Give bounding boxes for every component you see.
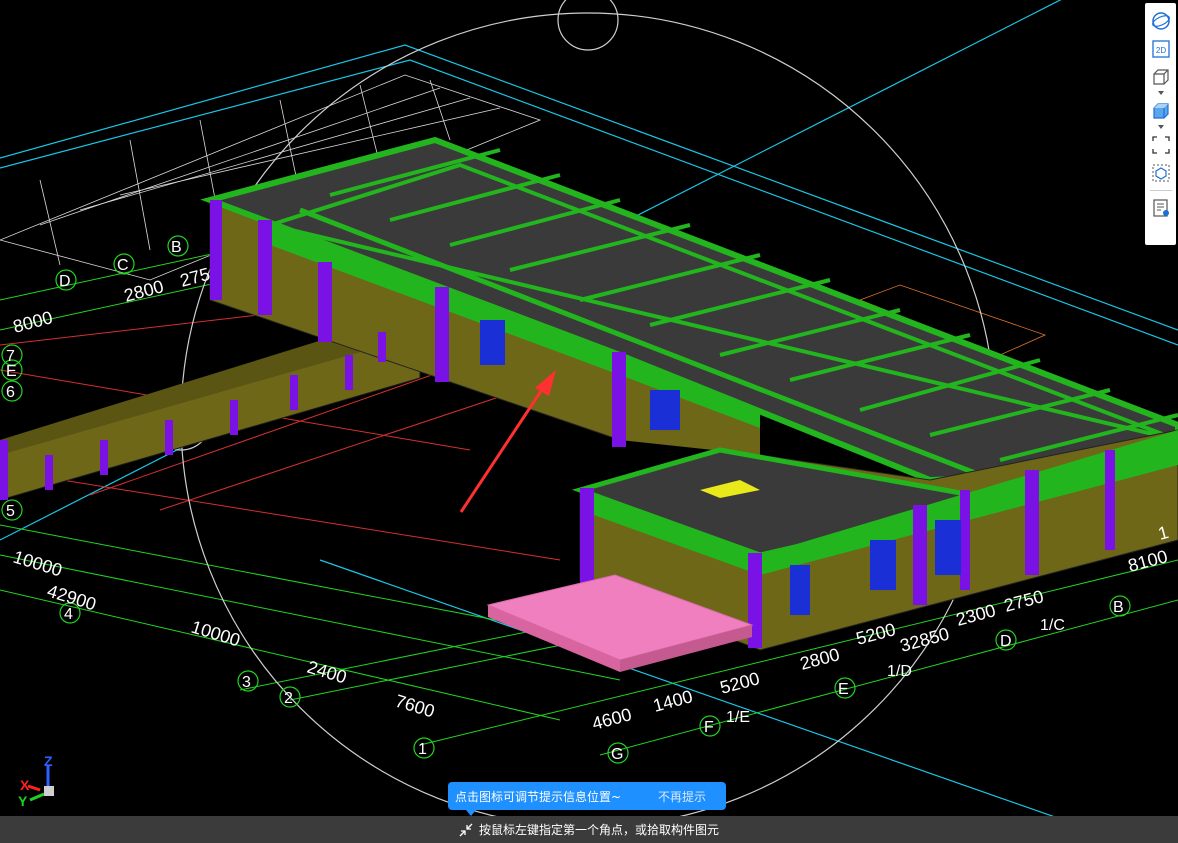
axis-label: 3 bbox=[242, 674, 251, 691]
dimension-text: 2300 bbox=[954, 600, 998, 630]
hint-message: 点击图标可调节提示信息位置~ bbox=[455, 789, 622, 804]
command-prompt-text: 按鼠标左键指定第一个角点，或拾取构件图元 bbox=[478, 823, 719, 837]
dimension-text: 7600 bbox=[393, 691, 437, 722]
dimension-text: 2800 bbox=[798, 644, 842, 674]
dimension-text: 275 bbox=[178, 264, 212, 291]
coordinate-triad: Z X Y bbox=[18, 753, 54, 809]
view-2d-icon[interactable]: 2D bbox=[1148, 37, 1174, 61]
dont-show-again-link[interactable]: 不再提示 bbox=[658, 788, 706, 805]
chevron-down-icon[interactable] bbox=[1157, 91, 1164, 95]
svg-text:Z: Z bbox=[44, 753, 53, 769]
dimension-text: 2750 bbox=[1002, 586, 1046, 616]
dimension-text: 1400 bbox=[651, 686, 695, 716]
dimension-text: 4600 bbox=[590, 704, 634, 734]
axis-label: E bbox=[6, 363, 17, 380]
hint-tooltip[interactable]: 点击图标可调节提示信息位置~ 不再提示 bbox=[448, 782, 726, 810]
model-canvas[interactable]: D C B 7 E 6 5 4 3 2 1 G F E 1/E 1/D D 1/… bbox=[0, 0, 1178, 843]
axis-label: D bbox=[1000, 633, 1012, 650]
axis-label: B bbox=[1113, 599, 1124, 616]
axis-label: 6 bbox=[6, 384, 15, 401]
orbit-icon[interactable] bbox=[1148, 9, 1174, 33]
dimension-text: 5200 bbox=[718, 668, 762, 698]
dimension-text: 10000 bbox=[11, 547, 65, 581]
cad-viewport[interactable]: D C B 7 E 6 5 4 3 2 1 G F E 1/E 1/D D 1/… bbox=[0, 0, 1178, 843]
axis-label: C bbox=[117, 257, 129, 274]
chevron-down-icon[interactable] bbox=[1157, 125, 1164, 129]
dimension-text: 8000 bbox=[11, 307, 55, 337]
isolate-icon[interactable] bbox=[1148, 161, 1174, 185]
svg-text:Y: Y bbox=[18, 793, 28, 809]
shaded-box-icon[interactable] bbox=[1148, 99, 1174, 123]
axis-label: 1 bbox=[418, 741, 427, 758]
collapse-arrows-icon[interactable] bbox=[459, 823, 473, 837]
fit-extents-icon[interactable] bbox=[1148, 133, 1174, 157]
axis-label: 1/C bbox=[1040, 617, 1065, 634]
axis-label: B bbox=[171, 239, 182, 256]
view-toolbar: 2D bbox=[1145, 3, 1176, 245]
command-status-bar: 按鼠标左键指定第一个角点，或拾取构件图元 bbox=[0, 816, 1178, 843]
dimension-text: 2800 bbox=[122, 276, 166, 306]
building-model[interactable] bbox=[0, 136, 1178, 672]
svg-text:2D: 2D bbox=[1155, 46, 1165, 55]
properties-icon[interactable] bbox=[1148, 196, 1174, 220]
axis-label: 1/E bbox=[726, 709, 750, 726]
axis-label: E bbox=[838, 681, 849, 698]
axis-label: G bbox=[611, 746, 623, 763]
axis-label: 1/D bbox=[887, 663, 912, 680]
axis-label: F bbox=[704, 719, 714, 736]
dimension-text: 2400 bbox=[305, 657, 349, 688]
axis-label: 4 bbox=[64, 606, 73, 623]
axis-label: D bbox=[59, 273, 71, 290]
axis-label: 2 bbox=[284, 690, 293, 707]
wireframe-box-icon[interactable] bbox=[1148, 65, 1174, 89]
dimension-text: 32850 bbox=[898, 624, 952, 656]
svg-text:X: X bbox=[20, 777, 30, 793]
axis-label: 5 bbox=[6, 503, 15, 520]
